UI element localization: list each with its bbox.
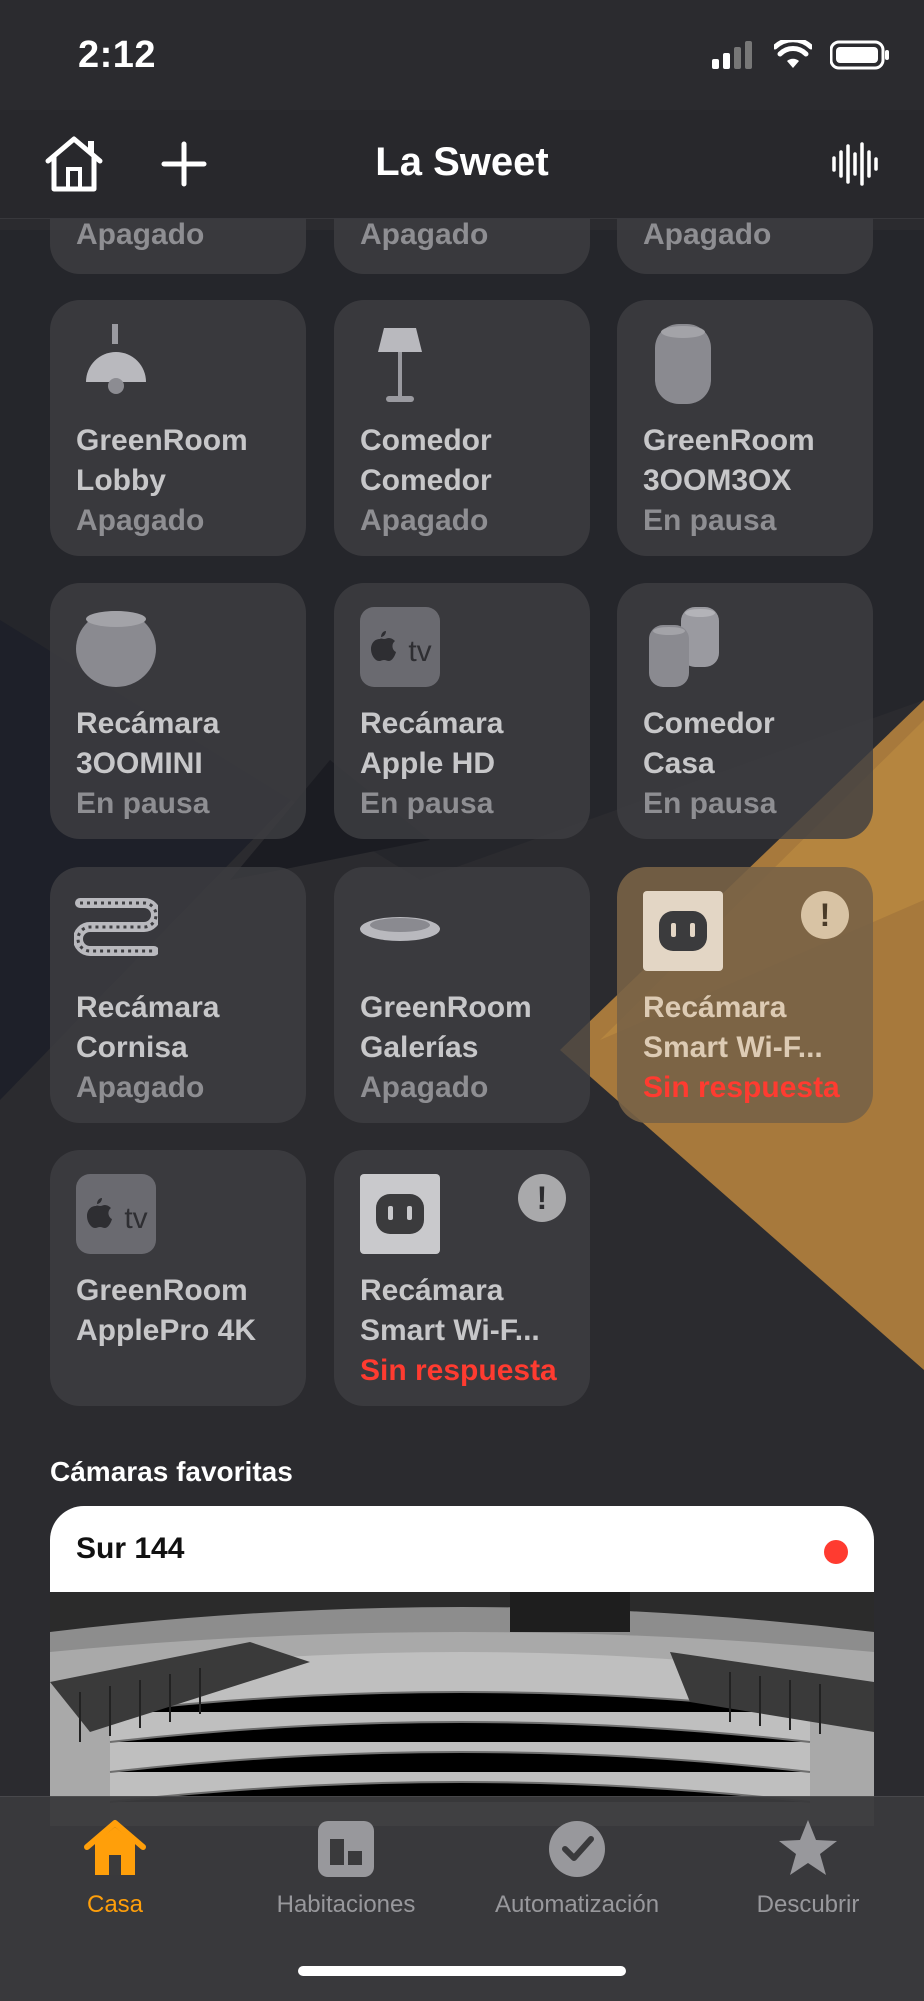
page-title: La Sweet	[375, 140, 549, 184]
tile-state: En pausa	[360, 787, 494, 820]
accessory-tile[interactable]: ! Recámara Smart Wi-F... Sin respuesta	[617, 867, 873, 1123]
accessory-tile[interactable]: Comedor Comedor Apagado	[334, 300, 590, 556]
waveform-icon	[830, 140, 878, 193]
tab-habitaciones[interactable]: Habitaciones	[231, 1817, 461, 1919]
outlet-icon	[641, 889, 725, 973]
tile-name: ApplePro 4K	[76, 1314, 257, 1347]
accessory-tile[interactable]: ! Recámara Smart Wi-F... Sin respuesta	[334, 1150, 590, 1406]
tile-room: Recámara	[76, 991, 220, 1024]
tab-label: Descubrir	[756, 1891, 860, 1918]
wifi-icon	[772, 37, 814, 75]
section-title-cameras: Cámaras favoritas	[50, 1456, 293, 1487]
accessory-tile[interactable]: tv GreenRoom ApplePro 4K	[50, 1150, 306, 1406]
tab-label: Casa	[86, 1891, 144, 1918]
tile-room: GreenRoom	[76, 1274, 248, 1307]
tile-state: Apagado	[643, 218, 772, 251]
tile-name: 3OOMINI	[76, 747, 203, 780]
tile-room: Recámara	[360, 707, 504, 740]
tile-room: GreenRoom	[76, 424, 248, 457]
tile-name: Casa	[643, 747, 715, 780]
rooms-icon	[314, 1817, 378, 1881]
status-bar: 2:12	[0, 0, 924, 110]
tab-label: Habitaciones	[276, 1891, 416, 1918]
intercom-button[interactable]	[822, 134, 886, 198]
tile-name: Galerías	[360, 1031, 479, 1064]
tile-name: Smart Wi-F...	[360, 1314, 540, 1347]
house-icon	[83, 1817, 147, 1881]
speaker-group-icon	[641, 605, 725, 689]
pendant-lamp-icon	[74, 322, 158, 406]
accessory-tile[interactable]: Recámara 3OOMINI En pausa	[50, 583, 306, 839]
star-icon	[776, 1817, 840, 1881]
tile-name: Apple HD	[360, 747, 495, 780]
tile-name: 3OOM3OX	[643, 464, 792, 497]
homepod-icon	[641, 322, 725, 406]
appletv-icon: tv	[358, 605, 442, 689]
tile-state: Apagado	[360, 218, 489, 251]
alert-badge: !	[801, 891, 849, 939]
cellular-signal-icon	[712, 41, 756, 74]
tile-room: Recámara	[643, 991, 787, 1024]
tile-room: Recámara	[360, 1274, 504, 1307]
outlet-icon	[358, 1172, 442, 1256]
tile-name: Cornisa	[76, 1031, 188, 1064]
tab-descubrir[interactable]: Descubrir	[693, 1817, 923, 1919]
appletv-label: tv	[124, 1202, 147, 1235]
tab-casa[interactable]: Casa	[0, 1817, 230, 1919]
accessory-tile[interactable]: Recámara Cornisa Apagado	[50, 867, 306, 1123]
tab-automatizacion[interactable]: Automatización	[462, 1817, 692, 1919]
camera-snapshot[interactable]	[50, 1592, 874, 1826]
tile-room: GreenRoom	[643, 424, 815, 457]
accessory-tile[interactable]: GreenRoom 3OOM3OX En pausa	[617, 300, 873, 556]
tile-state: En pausa	[643, 504, 777, 537]
accessory-tile[interactable]: tv Recámara Apple HD En pausa	[334, 583, 590, 839]
tile-name: Smart Wi-F...	[643, 1031, 823, 1064]
ceiling-light-icon	[358, 889, 442, 973]
tile-state: Apagado	[76, 218, 205, 251]
clock-check-icon	[545, 1817, 609, 1881]
tile-state: Sin respuesta	[643, 1071, 840, 1104]
status-time: 2:12	[78, 34, 157, 76]
tile-state: En pausa	[643, 787, 777, 820]
accessory-tile[interactable]: Comedor Casa En pausa	[617, 583, 873, 839]
tile-room: Recámara	[76, 707, 220, 740]
tile-state: Sin respuesta	[360, 1354, 557, 1387]
appletv-label: tv	[408, 635, 431, 668]
tile-state: Apagado	[360, 1071, 489, 1104]
tile-name: Comedor	[360, 464, 492, 497]
tile-state: En pausa	[76, 787, 210, 820]
lightstrip-icon	[73, 889, 161, 973]
tile-state: Apagado	[76, 504, 205, 537]
tab-label: Automatización	[494, 1891, 660, 1918]
tile-room: Comedor	[643, 707, 775, 740]
battery-icon	[829, 40, 890, 75]
tile-room: Comedor	[360, 424, 492, 457]
camera-card[interactable]: Sur 144	[50, 1506, 874, 1826]
home-indicator[interactable]	[298, 1966, 626, 1976]
accessory-tile[interactable]: GreenRoom Galerías Apagado	[334, 867, 590, 1123]
homepod-mini-icon	[74, 605, 158, 689]
tile-room: GreenRoom	[360, 991, 532, 1024]
tile-name: Lobby	[76, 464, 166, 497]
nav-header: La Sweet	[0, 110, 924, 219]
tile-state: Apagado	[360, 504, 489, 537]
appletv-icon: tv	[74, 1172, 158, 1256]
accessory-tile[interactable]: GreenRoom Lobby Apagado	[50, 300, 306, 556]
tile-state: Apagado	[76, 1071, 205, 1104]
recording-indicator-icon	[824, 1540, 848, 1564]
alert-badge: !	[518, 1174, 566, 1222]
camera-name: Sur 144	[76, 1532, 185, 1565]
floor-lamp-icon	[358, 322, 442, 406]
